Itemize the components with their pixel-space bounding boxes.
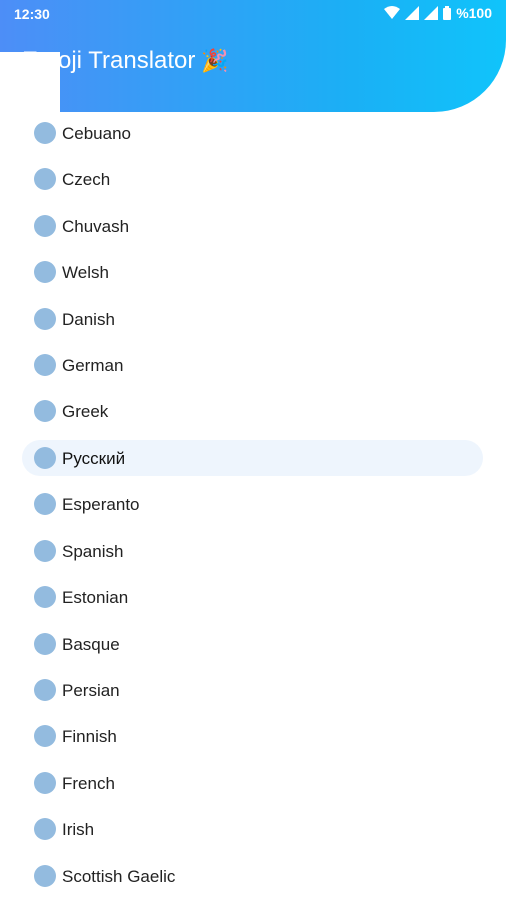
language-label: Finnish bbox=[62, 727, 117, 746]
language-item[interactable]: German bbox=[22, 347, 483, 383]
language-item[interactable]: Finnish bbox=[22, 718, 483, 754]
radio-dot-icon[interactable] bbox=[34, 261, 56, 283]
radio-dot-icon[interactable] bbox=[34, 215, 56, 237]
radio-dot-icon[interactable] bbox=[34, 122, 56, 144]
radio-dot-icon[interactable] bbox=[34, 818, 56, 840]
status-time: 12:30 bbox=[14, 6, 50, 22]
language-label: Estonian bbox=[62, 588, 129, 607]
radio-dot-icon[interactable] bbox=[34, 540, 56, 562]
language-label: Chuvash bbox=[62, 217, 130, 236]
radio-dot-icon[interactable] bbox=[34, 400, 56, 422]
radio-dot-icon[interactable] bbox=[34, 586, 56, 608]
language-item[interactable]: Greek bbox=[22, 393, 483, 429]
language-item[interactable]: Spanish bbox=[22, 533, 483, 569]
language-list: Cebuano Czech Chuvash Welsh Danish German Gree… bbox=[0, 52, 506, 900]
signal-icon bbox=[424, 6, 439, 20]
language-label: Scottish Gaelic bbox=[62, 867, 176, 886]
language-item[interactable]: Русский bbox=[22, 440, 483, 476]
language-item[interactable]: Welsh bbox=[22, 254, 483, 290]
signal-icon bbox=[405, 6, 420, 20]
language-label: Irish bbox=[62, 820, 95, 839]
language-label: Spanish bbox=[62, 542, 124, 561]
language-item[interactable]: Czech bbox=[22, 161, 483, 197]
radio-dot-icon[interactable] bbox=[34, 725, 56, 747]
app-header: 12:30 %100 Emoji Translator 🎉 bbox=[0, 0, 506, 112]
radio-dot-icon[interactable] bbox=[34, 865, 56, 887]
language-item[interactable]: Chuvash bbox=[22, 208, 483, 244]
language-label: Persian bbox=[62, 681, 120, 700]
language-item[interactable]: Esperanto bbox=[22, 486, 483, 522]
status-icons: %100 bbox=[384, 5, 492, 21]
battery-icon bbox=[443, 6, 452, 20]
language-label: German bbox=[62, 356, 124, 375]
language-label: Basque bbox=[62, 635, 120, 654]
battery-percentage: %100 bbox=[456, 5, 492, 21]
wifi-icon bbox=[384, 6, 401, 20]
language-label: Cebuano bbox=[62, 124, 132, 143]
language-item[interactable]: Irish bbox=[22, 811, 483, 847]
radio-dot-icon[interactable] bbox=[34, 493, 56, 515]
radio-dot-icon[interactable] bbox=[34, 447, 56, 469]
language-label: Welsh bbox=[62, 263, 109, 282]
language-item[interactable]: Danish bbox=[22, 301, 483, 337]
radio-dot-icon[interactable] bbox=[34, 772, 56, 794]
status-bar: 12:30 %100 bbox=[0, 0, 506, 28]
language-item[interactable]: French bbox=[22, 765, 483, 801]
radio-dot-icon[interactable] bbox=[34, 308, 56, 330]
radio-dot-icon[interactable] bbox=[34, 679, 56, 701]
language-item[interactable]: Scottish Gaelic bbox=[22, 858, 483, 894]
language-label: Esperanto bbox=[62, 495, 140, 514]
language-item[interactable]: Persian bbox=[22, 672, 483, 708]
radio-dot-icon[interactable] bbox=[34, 168, 56, 190]
language-item[interactable]: Cebuano bbox=[22, 115, 483, 151]
party-popper-icon: 🎉 bbox=[201, 48, 229, 73]
language-label: French bbox=[62, 774, 115, 793]
language-item[interactable]: Estonian bbox=[22, 579, 483, 615]
radio-dot-icon[interactable] bbox=[34, 633, 56, 655]
language-label: Greek bbox=[62, 402, 109, 421]
language-item[interactable]: Basque bbox=[22, 626, 483, 662]
language-label: Danish bbox=[62, 310, 115, 329]
radio-dot-icon[interactable] bbox=[34, 354, 56, 376]
language-label: Czech bbox=[62, 170, 111, 189]
language-label: Русский bbox=[62, 449, 126, 468]
